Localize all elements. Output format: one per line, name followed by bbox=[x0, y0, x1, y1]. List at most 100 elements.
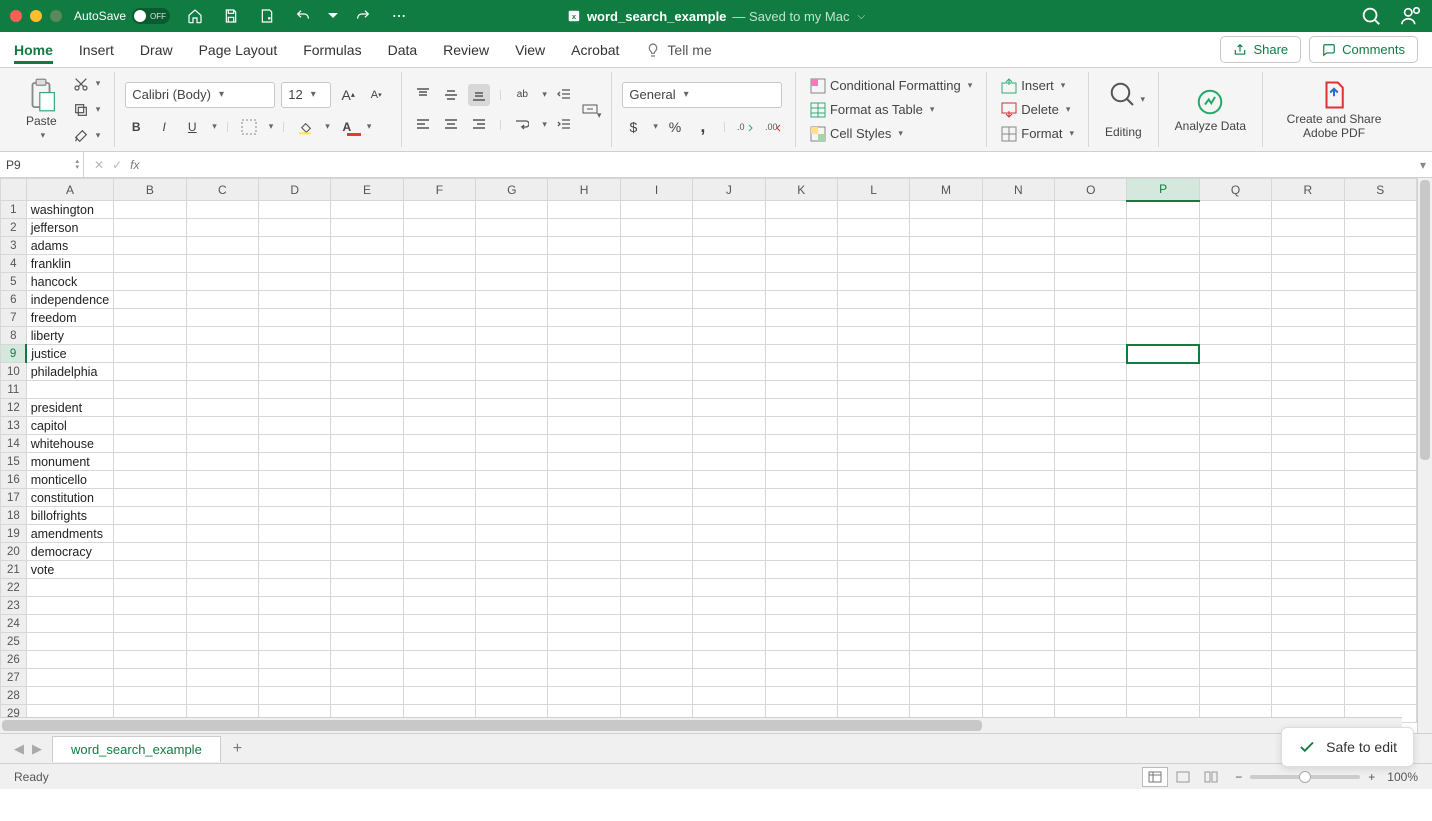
cell-B13[interactable] bbox=[114, 417, 186, 435]
cell-I22[interactable] bbox=[620, 579, 692, 597]
cell-P18[interactable] bbox=[1127, 507, 1199, 525]
cell-I10[interactable] bbox=[620, 363, 692, 381]
row-header-26[interactable]: 26 bbox=[1, 651, 27, 669]
cell-G23[interactable] bbox=[476, 597, 548, 615]
cell-P28[interactable] bbox=[1127, 687, 1199, 705]
cell-I21[interactable] bbox=[620, 561, 692, 579]
cell-G5[interactable] bbox=[476, 273, 548, 291]
cell-O6[interactable] bbox=[1055, 291, 1127, 309]
cell-P11[interactable] bbox=[1127, 381, 1199, 399]
cell-S1[interactable] bbox=[1344, 201, 1416, 219]
cell-C16[interactable] bbox=[186, 471, 258, 489]
cell-O1[interactable] bbox=[1055, 201, 1127, 219]
horizontal-scrollbar[interactable] bbox=[0, 717, 1402, 733]
cell-M6[interactable] bbox=[910, 291, 982, 309]
cell-S6[interactable] bbox=[1344, 291, 1416, 309]
zoom-out-icon[interactable]: − bbox=[1235, 770, 1242, 784]
cell-F22[interactable] bbox=[403, 579, 475, 597]
tab-review[interactable]: Review bbox=[443, 36, 489, 64]
cell-Q25[interactable] bbox=[1199, 633, 1271, 651]
cell-Q12[interactable] bbox=[1199, 399, 1271, 417]
cell-F6[interactable] bbox=[403, 291, 475, 309]
cell-B11[interactable] bbox=[114, 381, 186, 399]
cell-A21[interactable]: vote bbox=[26, 561, 114, 579]
cell-R14[interactable] bbox=[1272, 435, 1344, 453]
cell-R19[interactable] bbox=[1272, 525, 1344, 543]
cell-D14[interactable] bbox=[258, 435, 330, 453]
paste-button[interactable]: Paste ▾ bbox=[20, 78, 63, 141]
cell-M22[interactable] bbox=[910, 579, 982, 597]
cell-O14[interactable] bbox=[1055, 435, 1127, 453]
cell-L11[interactable] bbox=[837, 381, 909, 399]
more-icon[interactable] bbox=[388, 5, 410, 27]
cell-A14[interactable]: whitehouse bbox=[26, 435, 114, 453]
spreadsheet-grid[interactable]: ABCDEFGHIJKLMNOPQRS1washington2jefferson… bbox=[0, 178, 1432, 733]
cell-F7[interactable] bbox=[403, 309, 475, 327]
tab-view[interactable]: View bbox=[515, 36, 545, 64]
cell-O8[interactable] bbox=[1055, 327, 1127, 345]
cell-F12[interactable] bbox=[403, 399, 475, 417]
cell-J6[interactable] bbox=[693, 291, 765, 309]
cell-E1[interactable] bbox=[331, 201, 403, 219]
cell-I1[interactable] bbox=[620, 201, 692, 219]
cell-E16[interactable] bbox=[331, 471, 403, 489]
cell-M20[interactable] bbox=[910, 543, 982, 561]
cell-R15[interactable] bbox=[1272, 453, 1344, 471]
cell-J2[interactable] bbox=[693, 219, 765, 237]
cell-H3[interactable] bbox=[548, 237, 620, 255]
cell-E12[interactable] bbox=[331, 399, 403, 417]
cell-R2[interactable] bbox=[1272, 219, 1344, 237]
cell-I26[interactable] bbox=[620, 651, 692, 669]
row-header-22[interactable]: 22 bbox=[1, 579, 27, 597]
cell-B7[interactable] bbox=[114, 309, 186, 327]
cell-N26[interactable] bbox=[982, 651, 1054, 669]
cell-D7[interactable] bbox=[258, 309, 330, 327]
cell-J18[interactable] bbox=[693, 507, 765, 525]
cell-I13[interactable] bbox=[620, 417, 692, 435]
cell-P15[interactable] bbox=[1127, 453, 1199, 471]
format-cells-button[interactable]: Format▾ bbox=[997, 124, 1078, 144]
cell-N28[interactable] bbox=[982, 687, 1054, 705]
cell-A20[interactable]: democracy bbox=[26, 543, 114, 561]
cell-H25[interactable] bbox=[548, 633, 620, 651]
cell-J5[interactable] bbox=[693, 273, 765, 291]
cell-R23[interactable] bbox=[1272, 597, 1344, 615]
cell-Q16[interactable] bbox=[1199, 471, 1271, 489]
cell-H19[interactable] bbox=[548, 525, 620, 543]
cell-L8[interactable] bbox=[837, 327, 909, 345]
col-header-G[interactable]: G bbox=[476, 179, 548, 201]
search-icon[interactable] bbox=[1360, 5, 1382, 27]
cell-H28[interactable] bbox=[548, 687, 620, 705]
format-as-table-button[interactable]: Format as Table▾ bbox=[806, 100, 976, 120]
tab-formulas[interactable]: Formulas bbox=[303, 36, 361, 64]
cell-F5[interactable] bbox=[403, 273, 475, 291]
cell-H1[interactable] bbox=[548, 201, 620, 219]
cell-C17[interactable] bbox=[186, 489, 258, 507]
cell-F9[interactable] bbox=[403, 345, 475, 363]
cell-G26[interactable] bbox=[476, 651, 548, 669]
cell-N18[interactable] bbox=[982, 507, 1054, 525]
cell-C25[interactable] bbox=[186, 633, 258, 651]
cell-L23[interactable] bbox=[837, 597, 909, 615]
row-header-10[interactable]: 10 bbox=[1, 363, 27, 381]
cell-N15[interactable] bbox=[982, 453, 1054, 471]
cell-M7[interactable] bbox=[910, 309, 982, 327]
cell-Q11[interactable] bbox=[1199, 381, 1271, 399]
cell-B15[interactable] bbox=[114, 453, 186, 471]
cell-P25[interactable] bbox=[1127, 633, 1199, 651]
cell-K15[interactable] bbox=[765, 453, 837, 471]
cell-Q23[interactable] bbox=[1199, 597, 1271, 615]
col-header-N[interactable]: N bbox=[982, 179, 1054, 201]
cell-E19[interactable] bbox=[331, 525, 403, 543]
cell-E27[interactable] bbox=[331, 669, 403, 687]
cell-F13[interactable] bbox=[403, 417, 475, 435]
cell-R13[interactable] bbox=[1272, 417, 1344, 435]
cell-N4[interactable] bbox=[982, 255, 1054, 273]
cell-G18[interactable] bbox=[476, 507, 548, 525]
cell-O22[interactable] bbox=[1055, 579, 1127, 597]
cell-J11[interactable] bbox=[693, 381, 765, 399]
tab-insert[interactable]: Insert bbox=[79, 36, 114, 64]
cell-G19[interactable] bbox=[476, 525, 548, 543]
cell-G11[interactable] bbox=[476, 381, 548, 399]
cell-S17[interactable] bbox=[1344, 489, 1416, 507]
